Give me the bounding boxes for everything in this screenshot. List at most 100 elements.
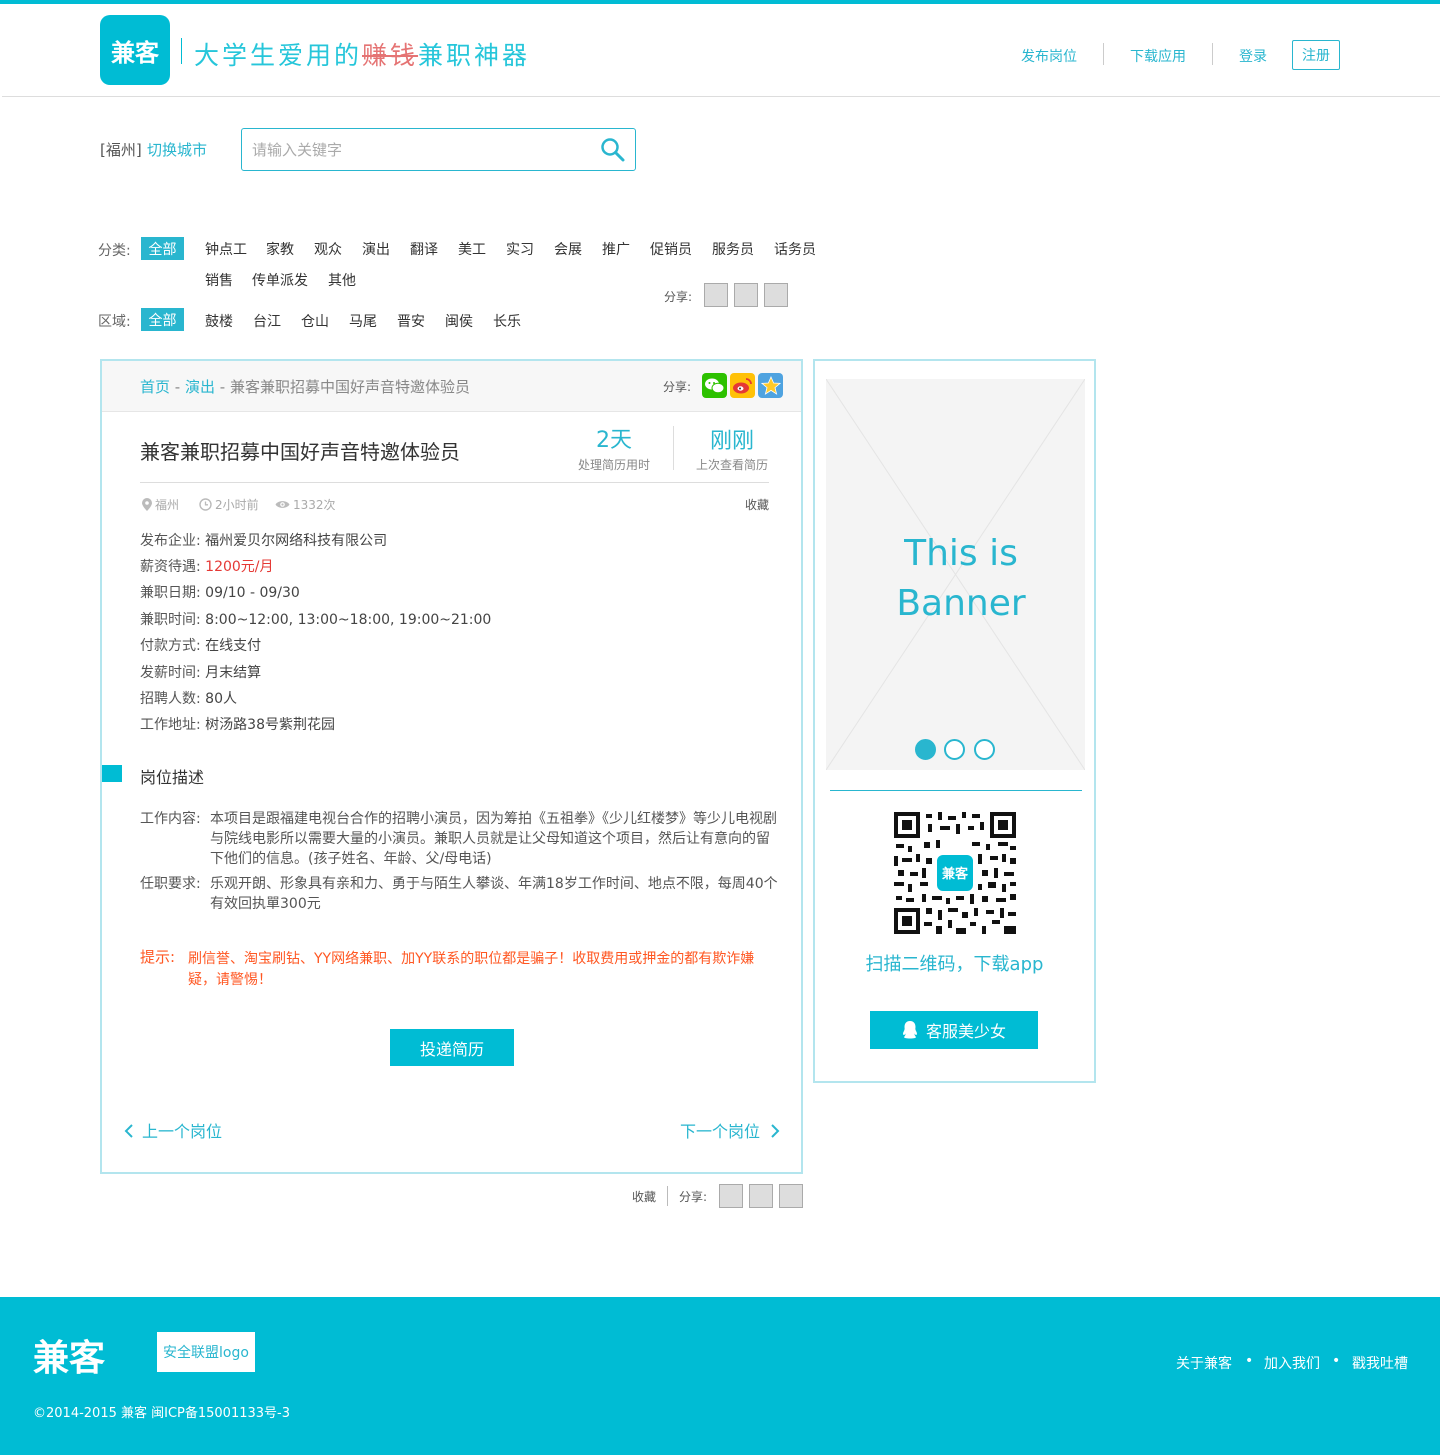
- search-input[interactable]: [252, 139, 582, 161]
- nav-login[interactable]: 登录: [1239, 46, 1267, 66]
- category-item[interactable]: 演出: [362, 239, 390, 259]
- footer: 兼客 安全联盟logo 关于兼客 • 加入我们 • 戳我吐槽 ©2014-201…: [0, 1297, 1440, 1455]
- region-item[interactable]: 马尾: [349, 311, 377, 331]
- category-item[interactable]: 实习: [506, 239, 534, 259]
- next-job-label: 下一个岗位: [680, 1122, 761, 1141]
- share-button[interactable]: [719, 1184, 743, 1208]
- job-detail-card: 首页 - 演出 - 兼客兼职招募中国好声音特邀体验员 分享: 兼客兼职招募中国好…: [100, 359, 803, 1174]
- share-button[interactable]: [779, 1184, 803, 1208]
- requirements: 任职要求: 乐观开朗、形象具有亲和力、勇于与陌生人攀谈、年满18岁工作时间、地点…: [140, 874, 780, 914]
- copyright: ©2014-2015 兼客 闽ICP备15001133号-3: [33, 1406, 291, 1421]
- next-job-link[interactable]: 下一个岗位: [680, 1118, 780, 1142]
- safety-alliance-logo[interactable]: 安全联盟logo: [157, 1332, 255, 1372]
- meta-location-text: 福州: [155, 498, 180, 512]
- qr-center-logo: 兼客: [942, 866, 969, 882]
- stat-process-time: 2天: [596, 428, 632, 453]
- category-item[interactable]: 其他: [328, 270, 356, 290]
- meta-views-text: 1332次: [293, 498, 336, 512]
- customer-service-button[interactable]: 客服美少女: [870, 1011, 1038, 1049]
- category-item[interactable]: 传单派发: [252, 270, 308, 290]
- share-button[interactable]: [749, 1184, 773, 1208]
- category-item[interactable]: 话务员: [774, 239, 816, 259]
- carousel-dot[interactable]: [944, 739, 965, 760]
- region-item[interactable]: 台江: [253, 311, 281, 331]
- carousel-dot-active[interactable]: [915, 739, 936, 760]
- search-box: [241, 128, 636, 171]
- qzone-icon[interactable]: [758, 373, 783, 398]
- divider: [140, 482, 769, 483]
- info-value: 09/10 - 09/30: [205, 585, 300, 601]
- clock-icon: [199, 498, 212, 511]
- tip-label: 提示:: [140, 948, 176, 966]
- info-key: 工作地址:: [140, 717, 201, 733]
- apply-button[interactable]: 投递简历: [390, 1029, 514, 1066]
- current-city: [福州]: [100, 141, 142, 159]
- breadcrumb-home[interactable]: 首页: [140, 378, 170, 396]
- sidebar-card: This is Banner 兼客 扫描二维码，下载app 客服美少女: [813, 359, 1096, 1083]
- category-item[interactable]: 会展: [554, 239, 582, 259]
- collect-link[interactable]: 收藏: [745, 496, 769, 513]
- location-pin-icon: [142, 498, 152, 511]
- banner-line: Banner: [896, 583, 1026, 624]
- info-row: 发布企业: 福州爱贝尔网络科技有限公司: [140, 530, 387, 550]
- info-row: 兼职日期: 09/10 - 09/30: [140, 582, 300, 602]
- share-button[interactable]: [734, 283, 758, 307]
- category-item[interactable]: 服务员: [712, 239, 754, 259]
- stat-last-viewed: 刚刚: [709, 429, 754, 454]
- stat-last-viewed-caption: 上次查看简历: [695, 458, 768, 472]
- meta-location: 福州: [142, 496, 179, 513]
- banner-carousel[interactable]: This is Banner: [826, 379, 1085, 770]
- slogan: 大学生爱用的赚钱兼职神器: [194, 36, 530, 72]
- share-button[interactable]: [764, 283, 788, 307]
- site-logo[interactable]: 兼客: [100, 15, 170, 85]
- search-icon[interactable]: [600, 137, 626, 163]
- eye-icon: [275, 501, 290, 508]
- info-key: 付款方式:: [140, 638, 201, 654]
- region-item[interactable]: 晋安: [397, 311, 425, 331]
- info-value: 月末结算: [205, 665, 262, 681]
- region-item[interactable]: 闽侯: [445, 311, 473, 331]
- meta-time: 2小时前: [199, 496, 259, 513]
- footer-link-join[interactable]: 加入我们: [1264, 1353, 1320, 1373]
- category-item[interactable]: 美工: [458, 239, 486, 259]
- region-item[interactable]: 长乐: [493, 311, 521, 331]
- prev-job-link[interactable]: 上一个岗位: [124, 1118, 222, 1142]
- footer-logo[interactable]: 兼客: [33, 1329, 105, 1381]
- breadcrumb-category[interactable]: 演出: [185, 378, 215, 396]
- work-content-text: 本项目是跟福建电视台合作的招聘小演员，因为筹拍《五祖拳》《少儿红楼梦》等少儿电视…: [210, 811, 777, 867]
- category-item[interactable]: 家教: [266, 239, 294, 259]
- stat-divider: [673, 426, 674, 470]
- nav-post-job[interactable]: 发布岗位: [1021, 46, 1077, 66]
- carousel-dot[interactable]: [974, 739, 995, 760]
- category-item[interactable]: 翻译: [410, 239, 438, 259]
- category-item[interactable]: 推广: [602, 239, 630, 259]
- info-value: 树汤路38号紫荆花园: [205, 717, 335, 733]
- footer-link-about[interactable]: 关于兼客: [1176, 1353, 1232, 1373]
- share-label: 分享:: [679, 1190, 708, 1204]
- info-row: 付款方式: 在线支付: [140, 635, 261, 655]
- category-item[interactable]: 销售: [205, 270, 233, 290]
- register-button[interactable]: 注册: [1292, 40, 1340, 70]
- info-key: 发布企业:: [140, 533, 201, 549]
- category-item[interactable]: 促销员: [650, 239, 692, 259]
- breadcrumb-bar: 首页 - 演出 - 兼客兼职招募中国好声音特邀体验员 分享:: [102, 361, 801, 412]
- section-marker: [102, 765, 122, 782]
- work-content: 工作内容: 本项目是跟福建电视台合作的招聘小演员，因为筹拍《五祖拳》《少儿红楼梦…: [140, 809, 780, 869]
- region-item[interactable]: 鼓楼: [205, 311, 233, 331]
- footer-dot: •: [1332, 1353, 1341, 1369]
- footer-link-feedback[interactable]: 戳我吐槽: [1352, 1353, 1408, 1373]
- region-all[interactable]: 全部: [141, 308, 184, 331]
- info-value: 80人: [205, 691, 237, 707]
- slogan-strike: 赚钱: [362, 41, 419, 70]
- category-all[interactable]: 全部: [141, 237, 184, 260]
- work-content-label: 工作内容:: [140, 811, 201, 827]
- region-item[interactable]: 仓山: [301, 311, 329, 331]
- category-item[interactable]: 钟点工: [205, 239, 247, 259]
- category-item[interactable]: 观众: [314, 239, 342, 259]
- wechat-icon[interactable]: [702, 373, 727, 398]
- collect-link[interactable]: 收藏: [632, 1188, 656, 1205]
- share-button[interactable]: [704, 283, 728, 307]
- nav-download-app[interactable]: 下载应用: [1130, 46, 1186, 66]
- switch-city-link[interactable]: 切换城市: [147, 139, 207, 160]
- weibo-icon[interactable]: [730, 373, 755, 398]
